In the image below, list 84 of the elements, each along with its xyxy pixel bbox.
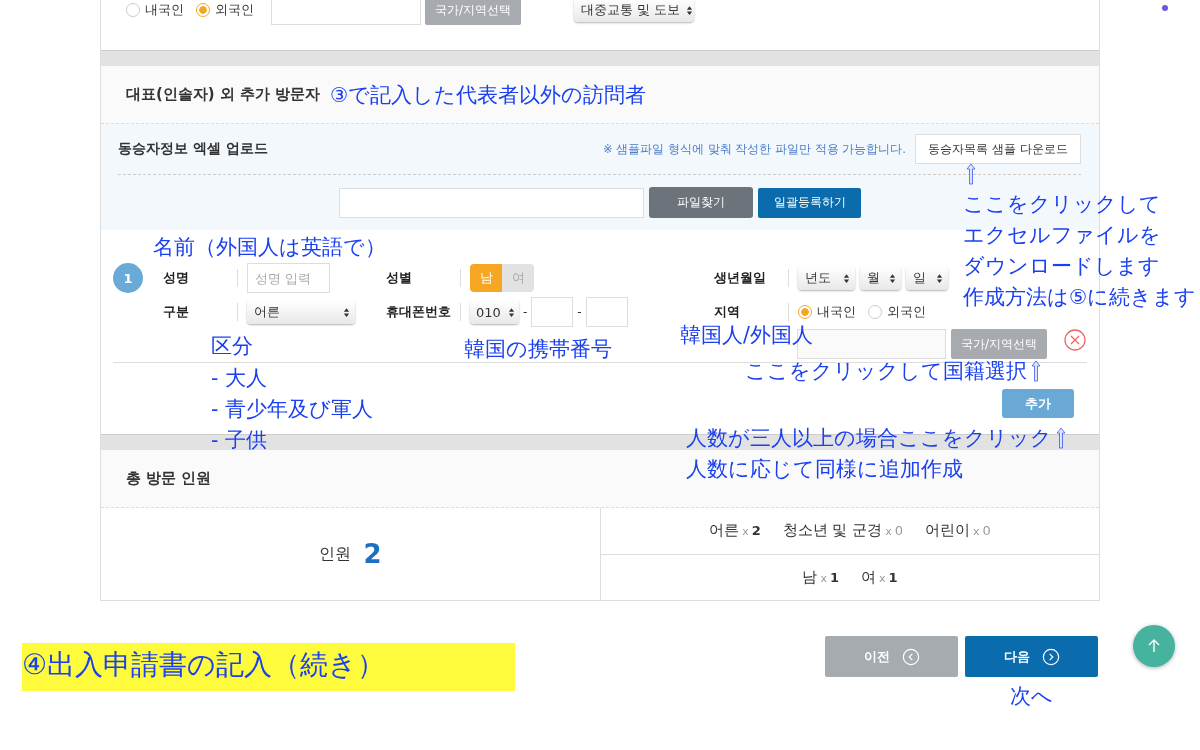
phone-prefix-dropdown[interactable]: 010 — [470, 300, 519, 324]
category-label: 어른 — [709, 521, 740, 541]
annotation: 人数が三人以上の場合ここをクリック — [686, 426, 1052, 450]
category-count: 2 — [751, 523, 761, 539]
times-sign: x — [820, 571, 827, 585]
file-path-field[interactable] — [339, 187, 644, 218]
category-label: 어린이 — [925, 521, 971, 541]
annotation: ダウンロードします — [963, 253, 1160, 280]
up-arrow-icon — [1056, 427, 1066, 449]
category-label: 청소년 및 군경 — [782, 521, 883, 541]
field-label: 성명 — [163, 269, 190, 287]
radio-button[interactable] — [196, 3, 210, 17]
close-icon[interactable] — [1064, 329, 1087, 351]
dot-icon — [1162, 5, 1168, 11]
annotation: 作成方法は⑤に続きます — [963, 284, 1197, 311]
times-sign: x — [742, 525, 749, 539]
name-field[interactable]: 성명 입력 — [247, 263, 330, 293]
annotation: ③で記入した代表者以外の訪問者 — [330, 82, 647, 109]
chevron-left-icon — [901, 647, 920, 666]
times-sign: x — [973, 525, 980, 539]
category-count: 0 — [982, 523, 991, 539]
birth-dropdown[interactable]: 년도 — [798, 266, 855, 290]
field-label: 지역 — [714, 303, 741, 321]
visitor-count: 2 — [363, 539, 382, 569]
bulk-register-button[interactable]: 일괄등록하기 — [758, 187, 861, 218]
up-arrow-icon — [966, 163, 976, 185]
annotation: 名前（外国人は英語で） — [153, 234, 386, 261]
annotation: - 青少年及び軍人 — [211, 396, 373, 423]
category-count: 0 — [894, 523, 904, 539]
up-arrow-icon — [1031, 360, 1041, 382]
radio-label: 외국인 — [215, 1, 254, 19]
updown-arrows-icon — [686, 4, 694, 16]
transport-dropdown[interactable]: 대중교통 및 도보 — [574, 0, 695, 22]
field-label: 성별 — [386, 269, 413, 287]
updown-arrows-icon — [843, 272, 850, 284]
field-label: 생년월일 — [714, 269, 767, 287]
radio-button[interactable] — [868, 305, 882, 319]
gender-label: 여 — [861, 567, 876, 587]
phone-separator: - — [523, 305, 528, 319]
annotation: 区分 — [211, 333, 253, 360]
annotation: 韓国の携帯番号 — [464, 336, 612, 363]
section-title: 총 방문 인원 — [126, 469, 212, 488]
radio-label: 내국인 — [145, 1, 184, 19]
birth-dropdown[interactable]: 월 — [860, 266, 901, 290]
phone-field[interactable] — [531, 297, 574, 327]
radio-label: 내국인 — [817, 303, 856, 321]
annotation: ここをクリックして国籍選択 — [745, 359, 1027, 383]
next-button[interactable]: 다음 — [965, 636, 1098, 677]
gender-count: 1 — [829, 569, 839, 585]
gender-count: 1 — [888, 569, 898, 585]
phone-separator: - — [577, 305, 582, 319]
visitor-count-label: 인원 — [319, 543, 352, 565]
updown-arrows-icon — [889, 272, 896, 284]
annotation-banner: ④出入申請書の記入（続き） — [22, 643, 515, 691]
radio-label: 외국인 — [887, 303, 926, 321]
radio-button[interactable] — [798, 305, 812, 319]
annotation: 人数に応じて同様に追加作成 — [686, 456, 963, 483]
field-label: 휴대폰번호 — [386, 303, 452, 321]
updown-arrows-icon — [936, 272, 943, 284]
visitor-number: 1 — [113, 263, 143, 293]
birth-dropdown[interactable]: 일 — [906, 266, 948, 290]
annotation: 韓国人/外国人 — [680, 322, 813, 349]
sample-download-button[interactable]: 동승자목록 샘플 다운로드 — [915, 134, 1081, 164]
times-sign: x — [885, 525, 892, 539]
phone-field[interactable] — [585, 297, 628, 327]
scroll-to-top-button[interactable] — [1133, 625, 1175, 667]
country-field[interactable] — [271, 0, 421, 25]
browse-button[interactable]: 파일찾기 — [649, 187, 753, 218]
section-title: 대표(인솔자) 외 추가 방문자 — [126, 85, 321, 104]
category-dropdown[interactable]: 어른 — [247, 300, 355, 324]
annotation: - 子供 — [211, 427, 267, 454]
annotation: ここをクリックして — [963, 191, 1161, 218]
field-label: 구분 — [163, 303, 190, 321]
chevron-right-icon — [1041, 647, 1060, 666]
upload-label: 동승자정보 엑셀 업로드 — [118, 140, 268, 158]
upload-note: ※ 샘플파일 형식에 맞춰 작성한 파일만 적용 가능합니다. — [603, 141, 906, 157]
annotation: エクセルファイルを — [963, 222, 1161, 249]
radio-button[interactable] — [126, 3, 140, 17]
updown-arrows-icon — [343, 306, 350, 318]
gender-label: 남 — [802, 567, 818, 587]
updown-arrows-icon — [508, 306, 515, 318]
times-sign: x — [879, 571, 886, 585]
annotation: - 大人 — [211, 365, 267, 392]
annotation: 次へ — [1010, 683, 1053, 710]
